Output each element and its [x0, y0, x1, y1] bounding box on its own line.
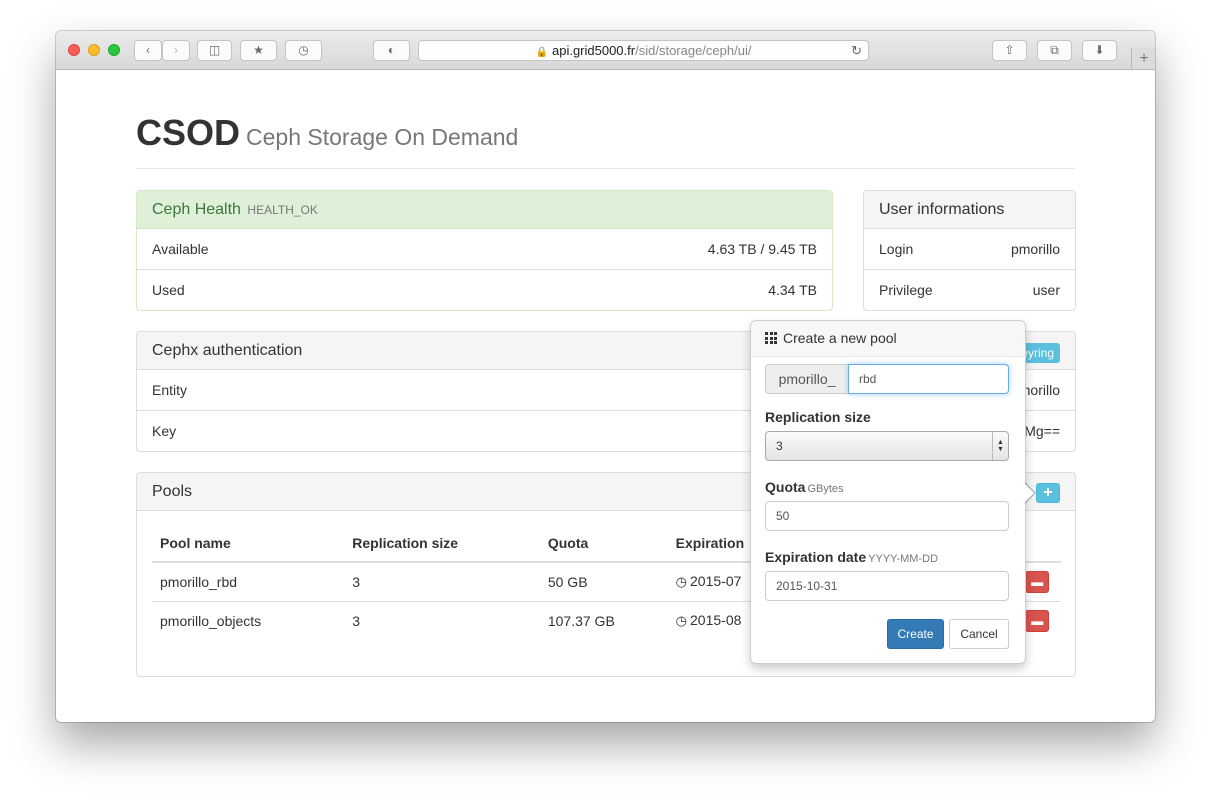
zoom-window-button[interactable] [108, 44, 120, 56]
privilege-label: Privilege [879, 282, 933, 298]
privilege-value: user [1032, 282, 1060, 298]
expiration-date-label: Expiration date YYYY-MM-DD [765, 549, 938, 565]
create-pool-popover: Create a new pool pmorillo_ Replication … [750, 320, 1036, 664]
replication-size-select[interactable]: 3 ▲ ▼ [765, 431, 1009, 461]
bookmarks-icon[interactable]: ★ [240, 40, 277, 61]
quota-cell: 107.37 GB [547, 612, 615, 629]
popover-title-text: Create a new pool [783, 330, 897, 346]
user-info-panel: User informations Login pmorillo Privileg… [863, 190, 1076, 311]
cephx-auth-title: Cephx authentication [152, 342, 303, 359]
delete-pool-button[interactable]: ▬ [1025, 570, 1050, 593]
delete-pool-button[interactable]: ▬ [1025, 609, 1050, 632]
replication-size-value: 3 [776, 439, 783, 453]
new-tab-button[interactable]: + [1131, 48, 1155, 69]
history-icon[interactable]: ◷ [285, 40, 322, 61]
used-label: Used [152, 282, 185, 298]
sidebar-icon[interactable]: ◫ [197, 40, 232, 61]
available-value: 4.63 TB / 9.45 TB [707, 241, 817, 257]
expiration-value: 2015-07 [690, 573, 742, 590]
minimize-window-button[interactable] [88, 44, 100, 56]
quota-input[interactable] [765, 501, 1009, 531]
user-row-privilege: Privilege user [864, 270, 1075, 310]
back-button[interactable]: ‹ [134, 40, 162, 61]
user-row-login: Login pmorillo [864, 229, 1075, 270]
page-title: CSOD Ceph Storage On Demand [136, 112, 518, 154]
used-value: 4.34 TB [768, 282, 817, 298]
quota-unit: GBytes [807, 483, 844, 495]
user-info-heading: User informations [864, 191, 1075, 229]
clock-icon: ◷ [675, 574, 688, 590]
replication-cell: 3 [352, 612, 361, 629]
tabs-overview-icon[interactable]: ⧉ [1037, 40, 1072, 61]
health-row-available: Available 4.63 TB / 9.45 TB [137, 229, 832, 270]
page-content: CSOD Ceph Storage On Demand Ceph Health H… [56, 70, 1155, 722]
close-window-button[interactable] [68, 44, 80, 56]
trash-icon: ▬ [1031, 574, 1044, 589]
pool-name-cell: pmorillo_objects [160, 612, 262, 629]
available-label: Available [152, 241, 209, 257]
key-label: Key [152, 423, 177, 439]
pool-name-input-group: pmorillo_ [765, 364, 1009, 394]
pool-name-cell: pmorillo_rbd [152, 562, 345, 602]
grid-icon [765, 332, 777, 344]
pools-title: Pools [152, 483, 193, 500]
address-bar[interactable]: 🔒 api.grid5000.fr/sid/storage/ceph/ui/ ↻ [418, 40, 869, 61]
column-header-replication: Replication size [344, 525, 540, 563]
ceph-health-heading: Ceph Health HEALTH_OK [137, 191, 832, 229]
quota-label: Quota GBytes [765, 479, 844, 495]
entity-label: Entity [152, 382, 188, 398]
column-header-quota: Quota [539, 525, 668, 563]
plus-icon: + [1043, 484, 1053, 501]
popover-arrow [1024, 482, 1036, 504]
health-status-badge: HEALTH_OK [247, 203, 318, 217]
replication-cell: 3 [344, 562, 540, 602]
app-subtitle: Ceph Storage On Demand [246, 124, 519, 150]
expiration-label-text: Expiration date [765, 549, 867, 565]
quota-cell: 50 GB [539, 562, 668, 602]
replication-size-label: Replication size [765, 409, 871, 425]
login-label: Login [879, 241, 914, 257]
column-header-pool-name: Pool name [152, 525, 345, 563]
ceph-health-title: Ceph Health [152, 201, 241, 218]
clock-icon: ◷ [675, 613, 688, 629]
quota-label-text: Quota [765, 479, 806, 495]
cancel-button[interactable]: Cancel [949, 619, 1009, 649]
add-pool-button[interactable]: + [1036, 483, 1060, 503]
downloads-icon[interactable]: ⬇ [1082, 40, 1117, 61]
popover-title: Create a new pool [751, 321, 1025, 357]
expiration-value: 2015-08 [690, 612, 742, 629]
reload-icon[interactable]: ↻ [851, 41, 862, 60]
login-value: pmorillo [1010, 241, 1060, 257]
browser-toolbar: ‹ › ◫ ★ ◷ ◐ 🔒 api.grid5000.fr/sid/storage… [56, 31, 1155, 70]
create-button[interactable]: Create [887, 619, 944, 649]
lock-icon: 🔒 [535, 47, 548, 58]
app-name: CSOD [136, 112, 241, 153]
url-host: api.grid5000.fr [551, 43, 636, 58]
privacy-shield-icon[interactable]: ◐ [373, 40, 410, 61]
browser-window: ‹ › ◫ ★ ◷ ◐ 🔒 api.grid5000.fr/sid/storage… [56, 31, 1155, 722]
forward-button[interactable]: › [162, 40, 190, 61]
pool-name-prefix: pmorillo_ [765, 364, 849, 394]
header-divider [136, 168, 1075, 169]
select-arrows-icon: ▲ ▼ [992, 432, 1008, 460]
ceph-health-panel: Ceph Health HEALTH_OK Available 4.63 TB /… [136, 190, 833, 311]
trash-icon: ▬ [1031, 613, 1044, 628]
pool-name-input[interactable] [848, 364, 1009, 394]
health-row-used: Used 4.34 TB [137, 270, 832, 310]
expiration-format-hint: YYYY-MM-DD [868, 553, 939, 565]
expiration-date-input[interactable] [765, 571, 1009, 601]
share-icon[interactable]: ⇧ [992, 40, 1027, 61]
url-path: /sid/storage/ceph/ui/ [635, 43, 752, 58]
